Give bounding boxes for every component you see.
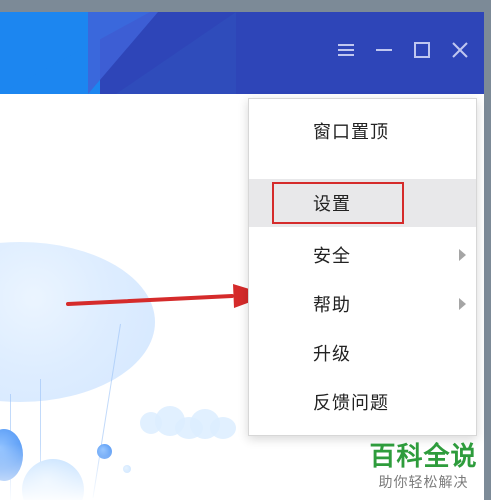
menu-icon[interactable] xyxy=(336,40,356,60)
menu-item-window-on-top[interactable]: 窗口置顶 xyxy=(249,107,476,155)
menu-item-security[interactable]: 安全 xyxy=(249,231,476,279)
submenu-arrow-icon xyxy=(459,249,466,261)
menu-item-help[interactable]: 帮助 xyxy=(249,280,476,328)
watermark-subtitle: 助你轻松解决 xyxy=(378,475,469,491)
maximize-icon[interactable] xyxy=(412,40,432,60)
menu-item-label: 反馈问题 xyxy=(313,393,389,414)
minimize-icon[interactable] xyxy=(374,40,394,60)
menu-item-label: 帮助 xyxy=(313,295,351,316)
menu-item-settings[interactable]: 设置 xyxy=(249,179,476,227)
background-balloon xyxy=(0,242,155,402)
close-icon[interactable] xyxy=(450,40,470,60)
menu-item-feedback[interactable]: 反馈问题 xyxy=(249,378,476,426)
annotation-arrow xyxy=(66,284,269,308)
cloud-shape xyxy=(210,417,236,439)
watermark: 百科全说 助你轻松解决 xyxy=(367,444,480,490)
titlebar-dark-triangle xyxy=(116,12,236,94)
menu-item-label: 窗口置顶 xyxy=(313,122,389,143)
desktop-strip xyxy=(0,0,491,12)
titlebar xyxy=(0,12,484,94)
watermark-title: 百科全说 xyxy=(369,442,478,472)
submenu-arrow-icon xyxy=(459,298,466,310)
menu-item-label: 升级 xyxy=(313,344,351,365)
menu-item-upgrade[interactable]: 升级 xyxy=(249,329,476,377)
window-edge xyxy=(484,12,491,500)
menu-item-label: 安全 xyxy=(313,246,351,267)
window-controls xyxy=(336,40,470,60)
screen-frame: 窗口置顶 设置 安全 帮助 升级 反馈问题 百科全说 助你轻松解决 xyxy=(0,0,491,500)
context-menu: 窗口置顶 设置 安全 帮助 升级 反馈问题 xyxy=(248,98,477,436)
highlight-box xyxy=(272,182,404,224)
